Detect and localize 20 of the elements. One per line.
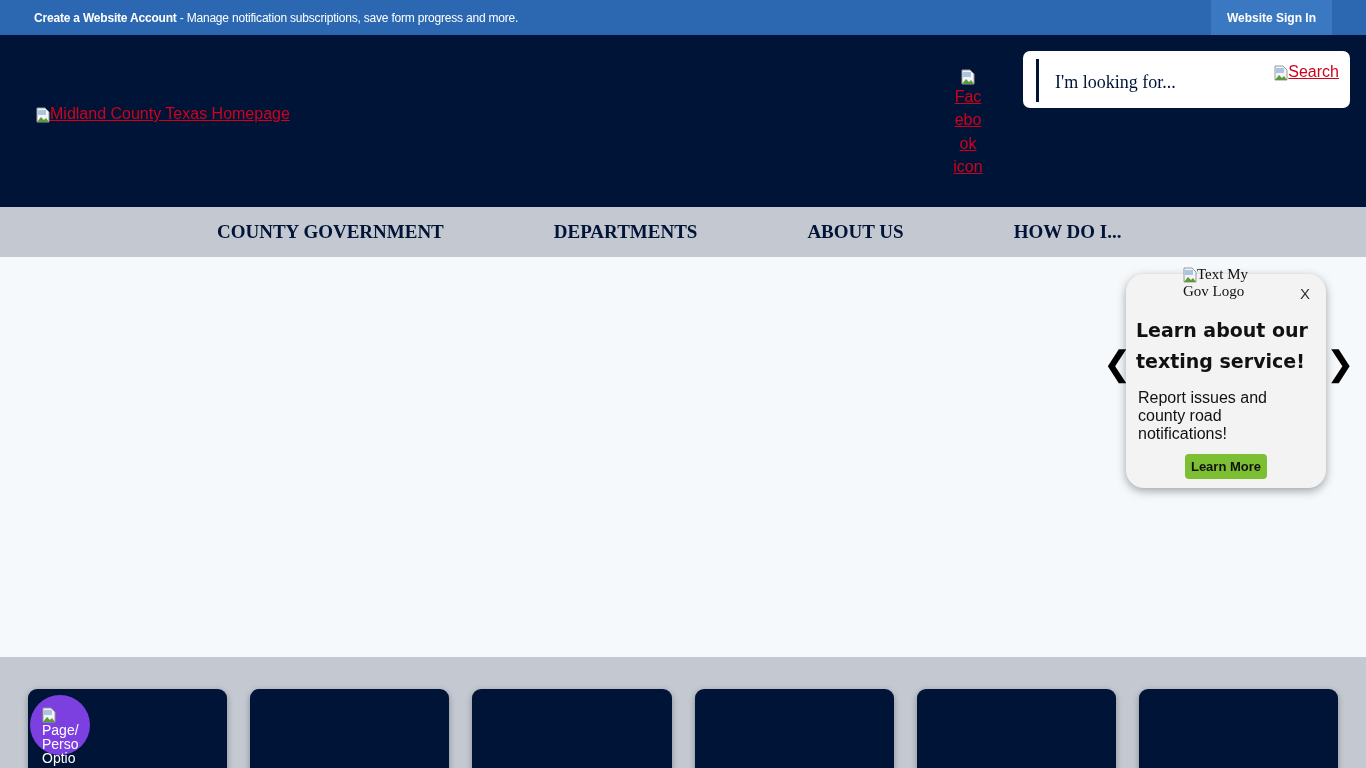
- nav-item[interactable]: HOW DO I...: [1013, 221, 1122, 243]
- broken-image-icon: [961, 68, 975, 85]
- personalize-label: Page/ Perso Optio: [42, 723, 79, 765]
- previous-button[interactable]: ❮: [1103, 343, 1131, 383]
- nav-item[interactable]: ABOUT US: [807, 221, 904, 243]
- popup-heading: Learn about our texting service!: [1136, 318, 1309, 374]
- next-button[interactable]: ❯: [1326, 343, 1354, 383]
- account-message: Create a Website Account - Manage notification subscriptions, save form progress and more.: [34, 10, 519, 25]
- sign-in-button[interactable]: Website Sign In: [1210, 0, 1332, 35]
- search-link[interactable]: Search: [1274, 63, 1339, 81]
- nav-item[interactable]: DEPARTMENTS: [553, 221, 698, 243]
- broken-image-icon: [1274, 65, 1289, 81]
- learn-more-button[interactable]: Learn More: [1184, 454, 1268, 479]
- broken-image-icon: [36, 107, 50, 123]
- broken-image-icon: [42, 707, 56, 723]
- logo-image-alt: Text My Gov Logo: [1183, 266, 1250, 300]
- popup-text: Report issues and county road notifications!: [1137, 389, 1268, 443]
- search-field[interactable]: I'm looking for... Search: [1023, 51, 1350, 108]
- nav-item[interactable]: COUNTY GOVERNMENT: [217, 221, 444, 243]
- close-button[interactable]: X: [1300, 285, 1310, 302]
